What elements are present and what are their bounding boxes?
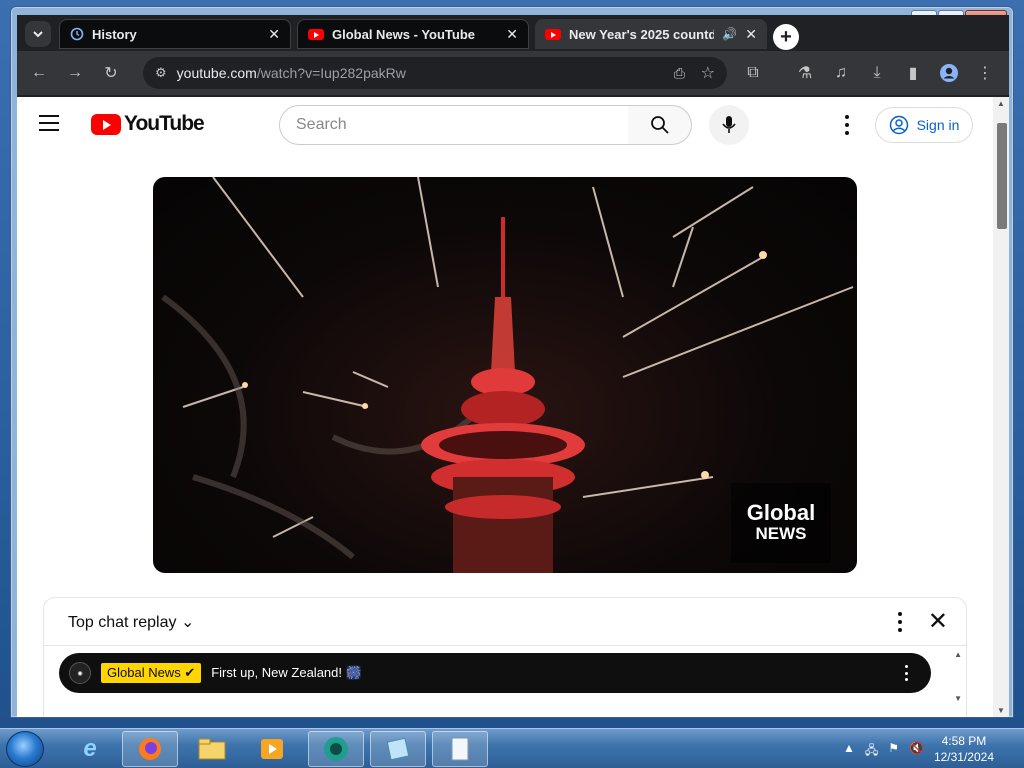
tab-new-years-countdown[interactable]: New Year's 2025 countdow 🔊 ✕: [535, 19, 767, 49]
pinned-chat-message[interactable]: ◉ Global News ✔ First up, New Zealand! 🎆: [59, 653, 931, 693]
internet-explorer-icon[interactable]: e: [62, 731, 118, 767]
chat-scroll-up-icon[interactable]: ▲: [954, 650, 962, 659]
microphone-icon: [722, 116, 736, 133]
voice-search-button[interactable]: [709, 105, 749, 145]
site-settings-icon[interactable]: ⚙: [155, 65, 167, 81]
side-panel-icon[interactable]: ▮: [901, 61, 925, 85]
youtube-header: YouTube Search Sign in: [17, 97, 993, 153]
pinned-message-text: First up, New Zealand! 🎆: [211, 665, 362, 680]
scroll-up-icon[interactable]: ▲: [997, 99, 1005, 108]
volume-muted-icon[interactable]: 🔇: [909, 741, 924, 762]
clock-time: 4:58 PM: [941, 734, 987, 748]
start-button-icon[interactable]: [6, 731, 44, 767]
video-player[interactable]: Global NEWS: [153, 177, 857, 573]
taskbar-clock[interactable]: 4:58 PM 12/31/2024: [934, 733, 994, 765]
audio-playing-icon[interactable]: 🔊: [722, 27, 737, 41]
account-icon: [889, 115, 908, 135]
file-explorer-icon[interactable]: [184, 731, 240, 767]
search-icon: [650, 116, 669, 134]
tab-global-news[interactable]: Global News - YouTube ✕: [297, 19, 529, 49]
close-chat-icon[interactable]: ✕: [928, 610, 948, 634]
install-app-icon[interactable]: ⎙: [674, 65, 685, 82]
youtube-icon: [545, 28, 561, 40]
browser-app-icon[interactable]: [308, 731, 364, 767]
action-center-flag-icon[interactable]: ⚑: [888, 741, 899, 762]
address-bar[interactable]: ⚙ youtube.com/watch?v=Iup282pakRw ⎙ ☆: [143, 57, 727, 89]
tab-close-icon[interactable]: ✕: [745, 26, 757, 43]
url-text: youtube.com/watch?v=Iup282pakRw: [176, 65, 406, 81]
firefox-icon[interactable]: [122, 731, 178, 767]
scroll-thumb[interactable]: [997, 123, 1007, 229]
tab-title: New Year's 2025 countdow: [569, 26, 715, 42]
search-button[interactable]: [628, 105, 692, 145]
bookmark-star-icon[interactable]: ☆: [701, 63, 715, 83]
settings-kebab-icon[interactable]: [837, 115, 857, 135]
global-news-watermark: Global NEWS: [731, 483, 831, 563]
media-player-icon[interactable]: [244, 731, 300, 767]
system-tray: ▲ 🖧 ⚑ 🔇: [843, 741, 924, 762]
reload-icon[interactable]: ↻: [99, 61, 123, 85]
profile-icon[interactable]: [937, 61, 961, 85]
chrome-frame: History ✕ Global News - YouTube ✕ New Ye…: [17, 15, 1009, 717]
chat-header: Top chat replay ⌄ ✕: [44, 598, 966, 646]
chat-scroll-down-icon[interactable]: ▼: [954, 694, 962, 703]
menu-icon[interactable]: [39, 115, 59, 131]
youtube-page: YouTube Search Sign in Global NEWS Top c…: [17, 97, 993, 717]
extensions-icon[interactable]: ⧉: [741, 61, 765, 85]
sign-in-button[interactable]: Sign in: [875, 107, 973, 143]
youtube-logo-icon: [91, 113, 121, 135]
chrome-menu-icon[interactable]: ⋮: [973, 61, 997, 85]
network-icon[interactable]: 🖧: [865, 741, 878, 762]
chat-kebab-icon[interactable]: [898, 612, 904, 632]
browser-window: ▁ ▢ ✕ History ✕ Global News - YouTube ✕ …: [10, 6, 1014, 718]
youtube-logo-text: YouTube: [124, 112, 205, 135]
tab-title: History: [92, 26, 137, 42]
windows-taskbar: e ▲ 🖧 ⚑ 🔇 4:58 PM 12/31/2024: [0, 728, 1024, 768]
avatar: ◉: [69, 662, 91, 684]
labs-flask-icon[interactable]: ⚗: [793, 61, 817, 85]
search-input[interactable]: Search: [279, 105, 629, 145]
scroll-down-icon[interactable]: ▼: [997, 706, 1005, 715]
youtube-icon: [308, 28, 324, 40]
tab-close-icon[interactable]: ✕: [506, 26, 518, 43]
tab-search-icon[interactable]: [25, 21, 51, 47]
media-controls-icon[interactable]: ♫: [829, 61, 853, 85]
downloads-icon[interactable]: ⤓: [865, 61, 889, 85]
tab-strip: History ✕ Global News - YouTube ✕ New Ye…: [17, 15, 1009, 51]
page-scrollbar[interactable]: ▲ ▼: [993, 97, 1009, 717]
chat-mode-dropdown[interactable]: Top chat replay ⌄: [68, 612, 194, 632]
app-window-icon[interactable]: [370, 731, 426, 767]
history-icon: [70, 27, 84, 41]
back-icon[interactable]: ←: [27, 61, 51, 85]
tray-expand-icon[interactable]: ▲: [843, 741, 855, 762]
new-tab-button[interactable]: +: [773, 24, 799, 50]
browser-toolbar: ← → ↻ ⚙ youtube.com/watch?v=Iup282pakRw …: [17, 51, 1009, 95]
tab-close-icon[interactable]: ✕: [268, 26, 280, 43]
youtube-logo[interactable]: YouTube: [91, 112, 205, 136]
notepad-icon[interactable]: [432, 731, 488, 767]
forward-icon[interactable]: →: [63, 61, 87, 85]
tab-title: Global News - YouTube: [332, 26, 476, 42]
clock-date: 12/31/2024: [933, 750, 994, 764]
pinned-author-badge: Global News ✔: [101, 663, 202, 683]
pinned-kebab-icon[interactable]: [905, 665, 909, 681]
tab-history[interactable]: History ✕: [59, 19, 291, 49]
